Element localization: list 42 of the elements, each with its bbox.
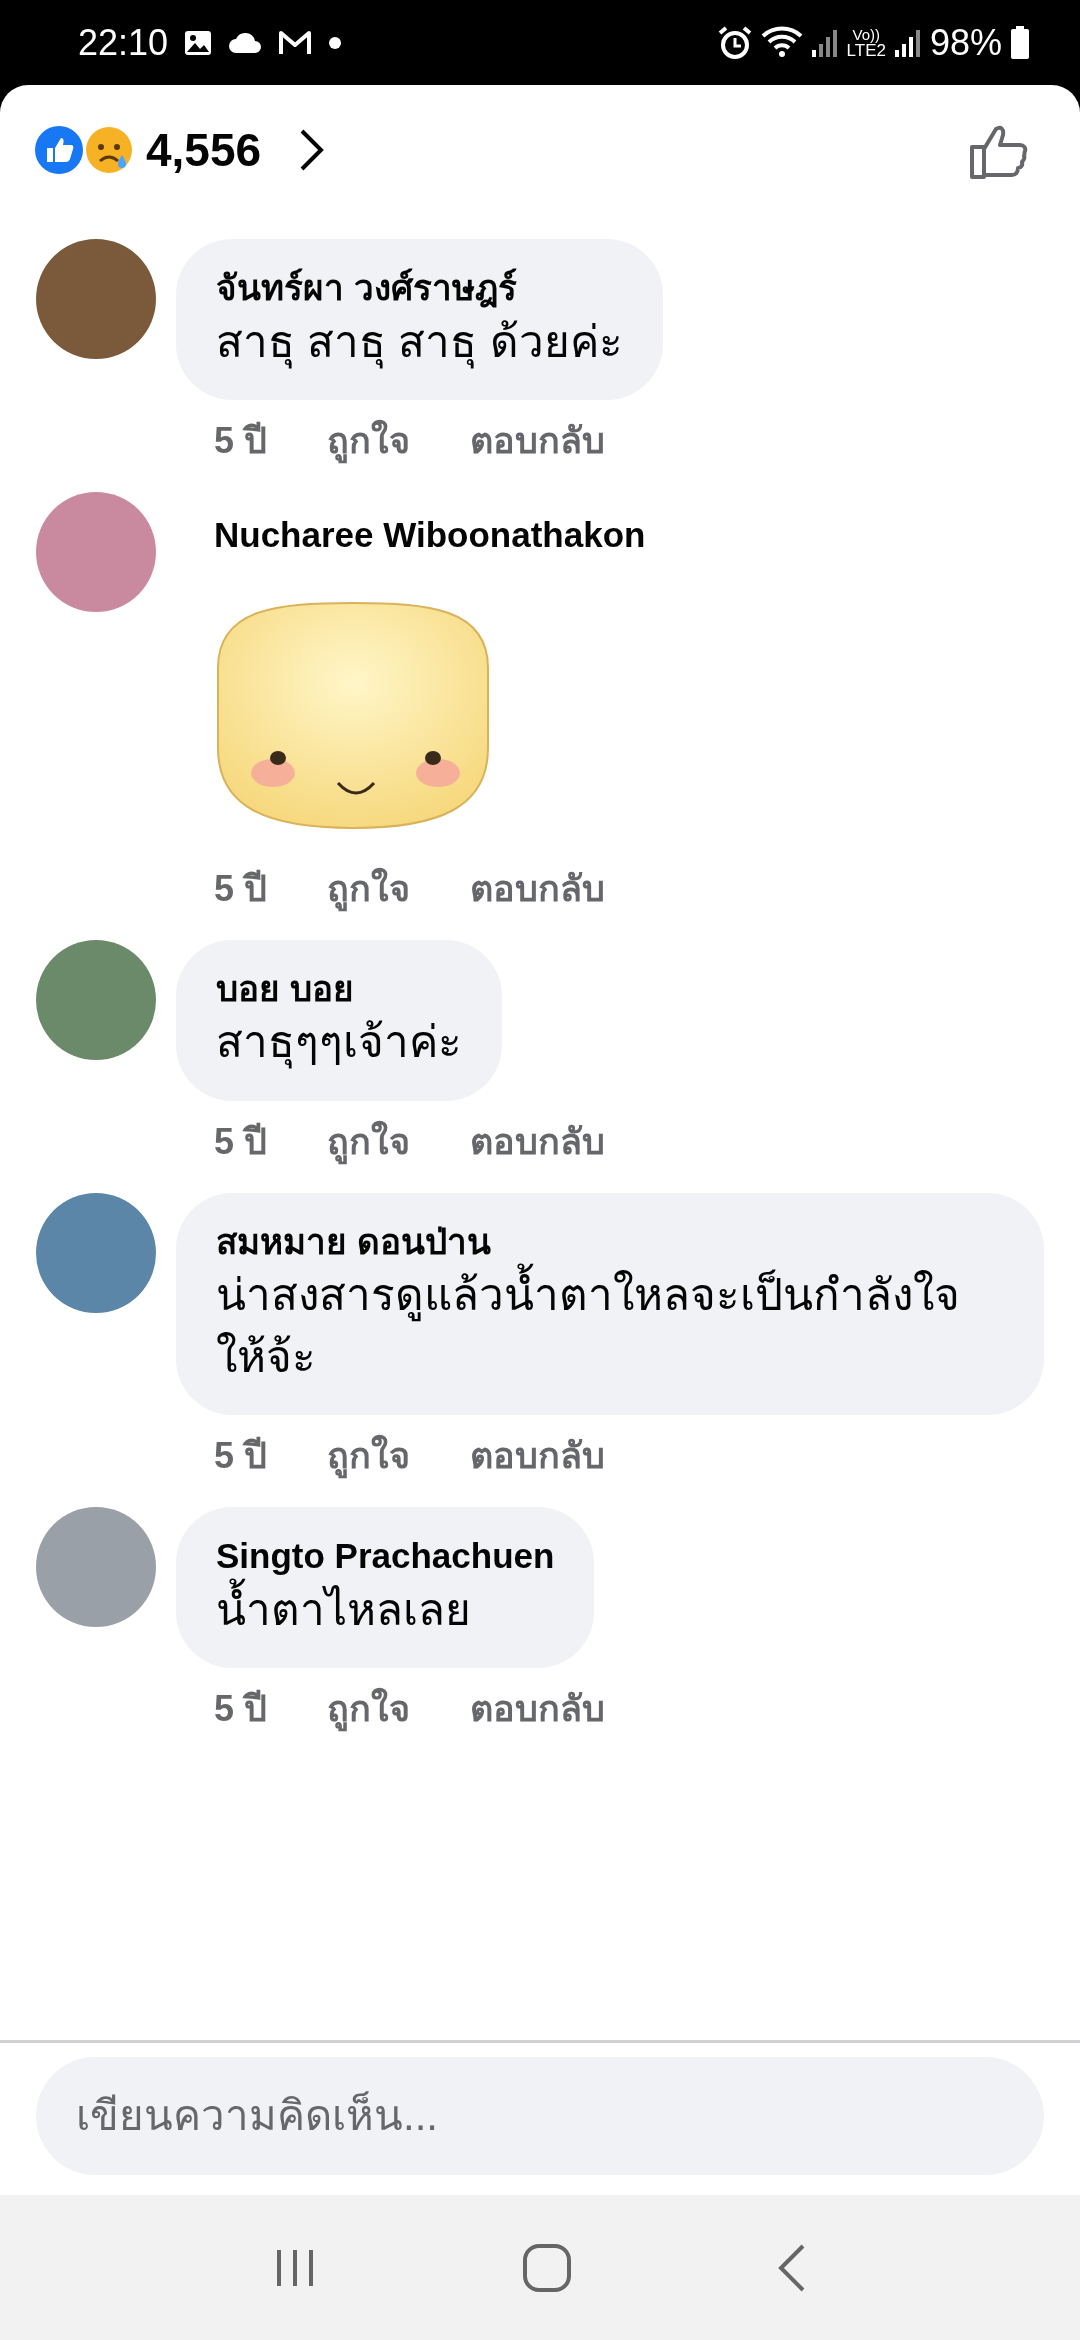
comment-text: สาธุๆๆเจ้าค่ะ	[216, 1016, 462, 1071]
status-time: 22:10	[78, 20, 169, 65]
signal-icon	[810, 27, 839, 58]
comment-age: 5 ปี	[214, 1119, 268, 1164]
lte-label: LTE2	[846, 41, 886, 59]
wifi-icon	[760, 25, 803, 60]
comment-age: 5 ปี	[214, 419, 268, 464]
reply-link[interactable]: ตอบกลับ	[470, 414, 606, 469]
comment-text: น้ำตาไหลเลย	[216, 1578, 555, 1641]
battery-icon	[1010, 25, 1030, 60]
like-link[interactable]: ถูกใจ	[327, 1682, 411, 1737]
like-link[interactable]: ถูกใจ	[327, 414, 411, 469]
commenter-name[interactable]: Nucharee Wiboonathakon	[176, 492, 684, 558]
commenter-name[interactable]: บอย บอย	[216, 965, 462, 1012]
mail-icon	[278, 29, 313, 56]
comment-age: 5 ปี	[214, 1687, 268, 1732]
reply-link[interactable]: ตอบกลับ	[470, 1429, 606, 1484]
sad-reaction-icon	[84, 125, 134, 175]
chevron-right-icon[interactable]	[299, 128, 326, 172]
cloud-icon	[228, 31, 263, 54]
comment-age: 5 ปี	[214, 1434, 268, 1479]
commenter-name[interactable]: Singto Prachachuen	[216, 1533, 555, 1579]
comment-input-field[interactable]: เขียนความคิดเห็น...	[36, 2057, 1044, 2175]
comment-age: 5 ปี	[214, 866, 268, 911]
comment-text: น่าสงสารดูแล้วน้ำตาใหลจะเป็นกำลังใจให้จ้ะ	[216, 1264, 1004, 1388]
dot-icon	[328, 35, 343, 50]
comment-text: สาธุ สาธุ สาธุ ด้วยค่ะ	[216, 310, 623, 373]
like-link[interactable]: ถูกใจ	[327, 1429, 411, 1484]
reply-link[interactable]: ตอบกลับ	[470, 1114, 606, 1169]
like-link[interactable]: ถูกใจ	[327, 861, 411, 916]
reply-link[interactable]: ตอบกลับ	[470, 861, 606, 916]
battery-percent: 98%	[929, 20, 1002, 65]
alarm-icon	[716, 24, 753, 61]
like-link[interactable]: ถูกใจ	[327, 1114, 411, 1169]
signal-icon	[893, 27, 922, 58]
reply-link[interactable]: ตอบกลับ	[470, 1682, 606, 1737]
commenter-name[interactable]: จันทร์ผา วงศ์ราษฎร์	[216, 265, 623, 311]
volte-label: Vo))	[852, 26, 880, 42]
like-reaction-icon	[34, 125, 84, 175]
home-icon[interactable]	[522, 2242, 572, 2293]
image-icon	[184, 28, 213, 57]
reaction-count[interactable]: 4,556	[146, 115, 262, 185]
